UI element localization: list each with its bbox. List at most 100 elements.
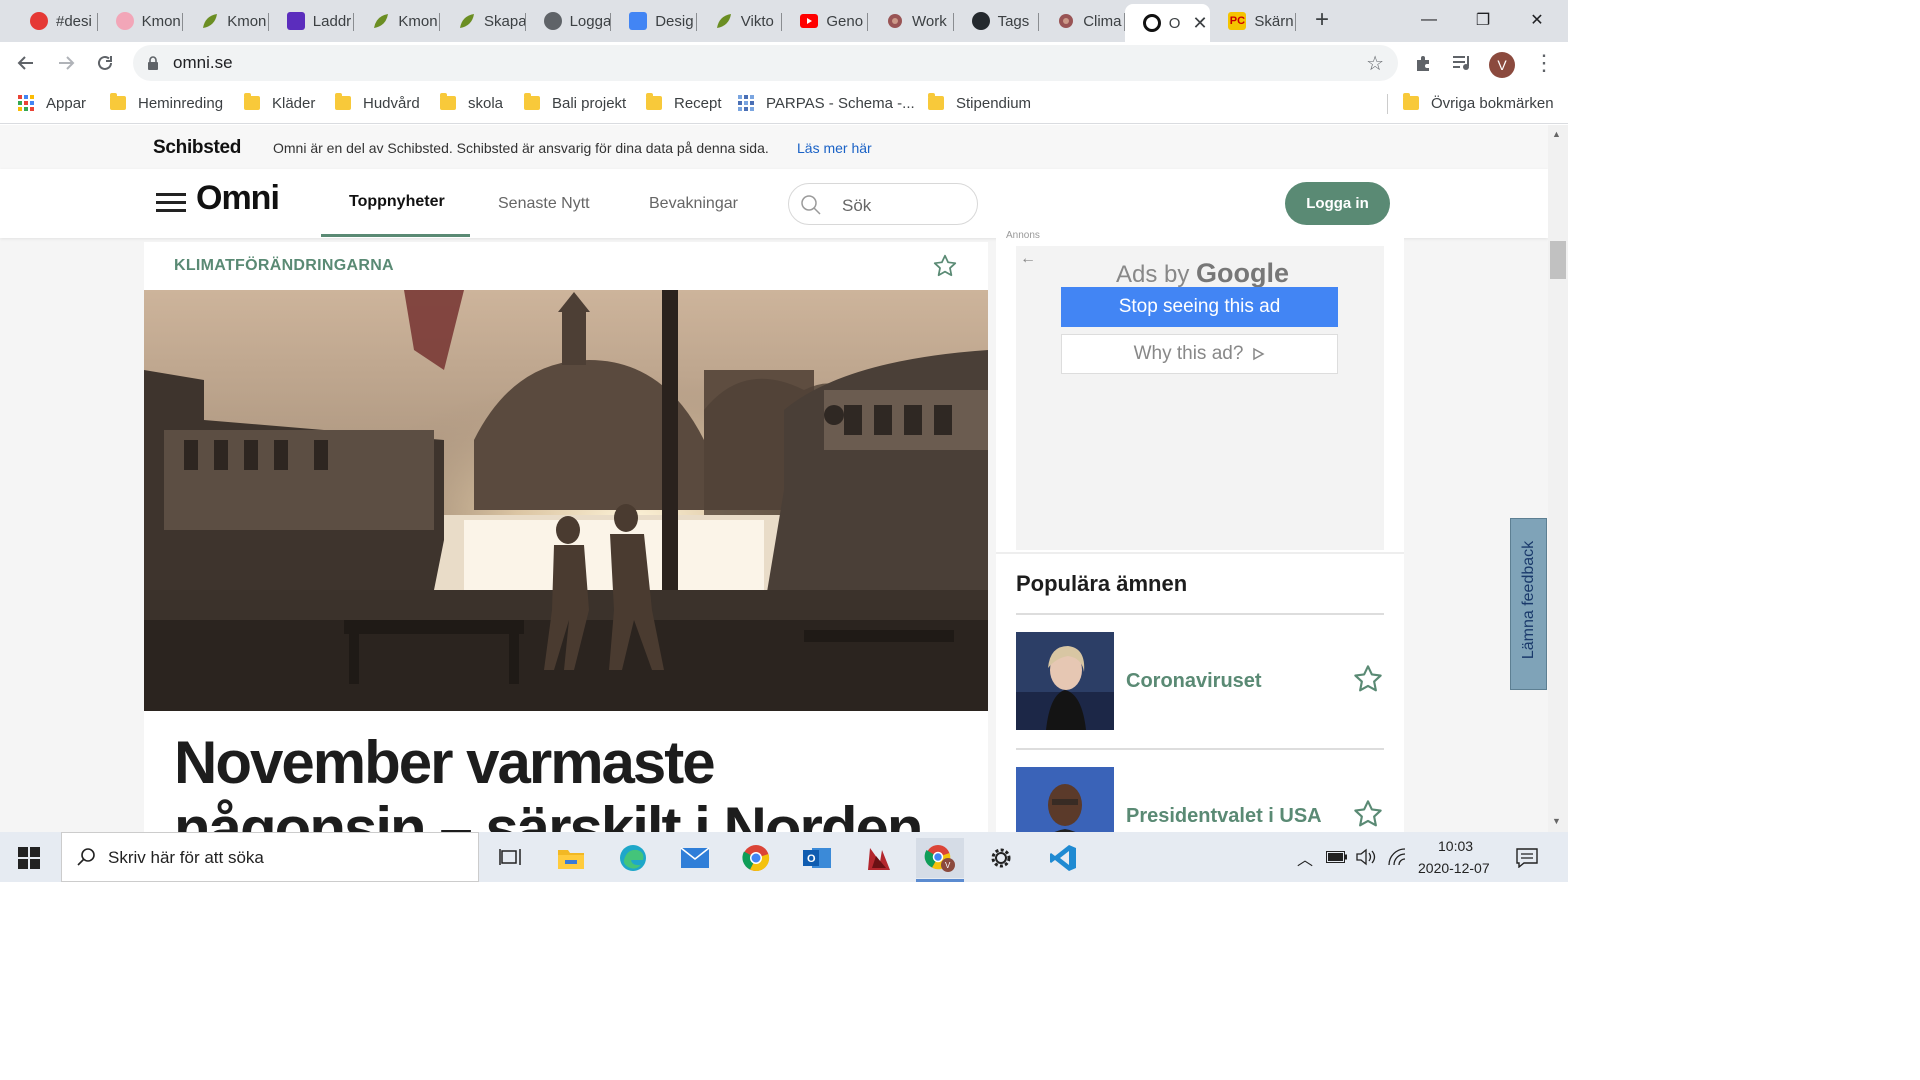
feedback-tab[interactable]: Lämna feedback — [1510, 518, 1547, 690]
parpas-site-icon — [738, 95, 754, 111]
volume-icon[interactable] — [1355, 847, 1377, 867]
article-card[interactable]: KLIMATFÖRÄNDRINGARNA November varmaste n… — [144, 242, 988, 832]
reload-button[interactable] — [91, 49, 119, 77]
folder-icon — [1403, 93, 1419, 110]
forward-button[interactable] — [52, 49, 80, 77]
notice-read-more-link[interactable]: Läs mer här — [797, 140, 872, 156]
article-headline[interactable]: November varmaste någonsin – särskilt i … — [174, 730, 974, 833]
browser-tab[interactable]: Desig — [611, 6, 697, 36]
article-topic-label[interactable]: KLIMATFÖRÄNDRINGARNA — [174, 257, 394, 275]
wifi-icon[interactable] — [1387, 847, 1407, 867]
browser-tab[interactable]: Clima — [1039, 6, 1125, 36]
login-button[interactable]: Logga in — [1285, 182, 1390, 225]
new-tab-button[interactable]: + — [1308, 6, 1336, 34]
red-dot-icon — [30, 12, 48, 30]
battery-icon[interactable] — [1326, 851, 1348, 863]
bookmark-item[interactable]: PARPAS - Schema -... — [738, 93, 915, 113]
article-photo[interactable] — [144, 290, 988, 711]
follow-topic-star-icon[interactable] — [932, 253, 958, 279]
extensions-puzzle-icon[interactable] — [1412, 51, 1436, 75]
outlook-icon[interactable]: O — [793, 838, 841, 878]
active-tab-underline — [321, 234, 470, 237]
bookmark-item[interactable]: Kläder — [244, 93, 315, 113]
clock-date[interactable]: 2020-12-07 — [1418, 860, 1490, 876]
bookmark-label: Appar — [46, 94, 87, 112]
browser-tab[interactable]: Vikto — [697, 6, 783, 36]
nav-tab-senaste-nytt[interactable]: Senaste Nytt — [498, 195, 590, 213]
browser-tab[interactable]: Logga — [526, 6, 612, 36]
bookmark-item[interactable]: Heminreding — [110, 93, 223, 113]
ads-by-label: Ads by — [1116, 261, 1190, 288]
browser-tab[interactable]: #desi — [12, 6, 98, 36]
omni-icon — [1142, 14, 1161, 32]
address-bar[interactable]: omni.se ☆ — [133, 45, 1398, 81]
browser-tab[interactable]: Skapa — [440, 6, 526, 36]
why-this-ad-button[interactable]: Why this ad? — [1061, 334, 1338, 374]
edge-browser-icon[interactable] — [609, 838, 657, 878]
notifications-icon[interactable] — [1516, 848, 1538, 868]
follow-star-icon[interactable] — [1352, 798, 1384, 830]
docs-icon — [629, 12, 648, 30]
browser-tab[interactable]: O ✕ — [1124, 4, 1211, 42]
bookmark-label: Kläder — [272, 94, 316, 112]
follow-star-icon[interactable] — [1352, 663, 1384, 695]
topic-label[interactable]: Coronaviruset — [1126, 670, 1262, 693]
hamburger-menu-icon[interactable] — [156, 193, 186, 213]
browser-tab[interactable]: Kmon — [354, 6, 440, 36]
settings-gear-icon[interactable] — [977, 838, 1025, 878]
show-hidden-icons-chevron-icon[interactable]: ︿ — [1297, 846, 1313, 870]
task-view-icon[interactable] — [486, 838, 534, 878]
popular-topic-item[interactable]: Presidentvalet i USA — [1016, 767, 1384, 832]
scroll-up-icon[interactable]: ▲ — [1552, 129, 1561, 139]
close-window-button[interactable]: ✕ — [1514, 6, 1560, 34]
ad-back-arrow-icon[interactable]: ← — [1020, 250, 1036, 268]
bookmark-item[interactable]: Recept — [646, 93, 722, 113]
other-bookmarks[interactable]: Övriga bokmärken — [1403, 93, 1554, 113]
chrome-profile-window-icon[interactable]: V — [916, 838, 964, 878]
omni-logo[interactable]: Omni — [196, 179, 280, 218]
scroll-down-icon[interactable]: ▼ — [1552, 816, 1561, 826]
taskbar-search-box[interactable]: Skriv här för att söka — [61, 832, 479, 882]
chrome-browser-icon[interactable] — [732, 838, 780, 878]
bookmark-item[interactable]: Hudvård — [335, 93, 420, 113]
search-input[interactable]: Sök — [788, 183, 978, 225]
windows-start-button[interactable] — [5, 838, 53, 878]
browser-tab[interactable]: Kmon — [98, 6, 184, 36]
browser-tab[interactable]: Work — [868, 6, 954, 36]
nav-tab-bevakningar[interactable]: Bevakningar — [649, 195, 738, 213]
folder-icon — [244, 93, 260, 110]
clock-time[interactable]: 10:03 — [1438, 838, 1473, 854]
divider — [1016, 613, 1384, 615]
page-scrollbar[interactable]: ▲ ▼ — [1548, 125, 1568, 832]
minimize-button[interactable]: — — [1406, 6, 1452, 34]
media-control-icon[interactable] — [1450, 51, 1474, 75]
search-icon — [801, 195, 821, 215]
stop-seeing-ad-button[interactable]: Stop seeing this ad — [1061, 287, 1338, 327]
browser-tab[interactable]: Geno — [782, 6, 868, 36]
browser-tab[interactable]: PC Skärn — [1210, 6, 1296, 36]
browser-tab[interactable]: Kmon — [183, 6, 269, 36]
mail-app-icon[interactable] — [671, 838, 719, 878]
browser-tab[interactable]: Tags — [954, 6, 1040, 36]
bookmark-star-icon[interactable]: ☆ — [1366, 51, 1384, 76]
browser-tab[interactable]: Laddr — [269, 6, 355, 36]
file-explorer-icon[interactable] — [547, 838, 595, 878]
back-button[interactable] — [12, 49, 40, 77]
bookmark-item[interactable]: Bali projekt — [524, 93, 626, 113]
popular-topic-item[interactable]: Coronaviruset — [1016, 632, 1384, 732]
bookmark-item[interactable]: Appar — [18, 93, 86, 113]
scrollbar-thumb[interactable] — [1550, 241, 1566, 279]
close-tab-icon[interactable]: ✕ — [1192, 13, 1207, 34]
profile-avatar[interactable]: V — [1489, 52, 1515, 78]
bookmark-item[interactable]: skola — [440, 93, 503, 113]
restore-button[interactable]: ❐ — [1460, 6, 1506, 34]
bookmark-item[interactable]: Stipendium — [928, 93, 1031, 113]
more-menu-icon[interactable]: ⋮ — [1532, 50, 1556, 75]
topic-label[interactable]: Presidentvalet i USA — [1126, 805, 1322, 828]
red-app-icon[interactable] — [855, 838, 903, 878]
browser-tab-title: Desig — [655, 12, 694, 30]
pink-circle-icon — [115, 12, 134, 30]
folder-icon — [335, 93, 351, 110]
nav-tab-toppnyheter[interactable]: Toppnyheter — [349, 193, 445, 211]
vscode-icon[interactable] — [1039, 838, 1087, 878]
